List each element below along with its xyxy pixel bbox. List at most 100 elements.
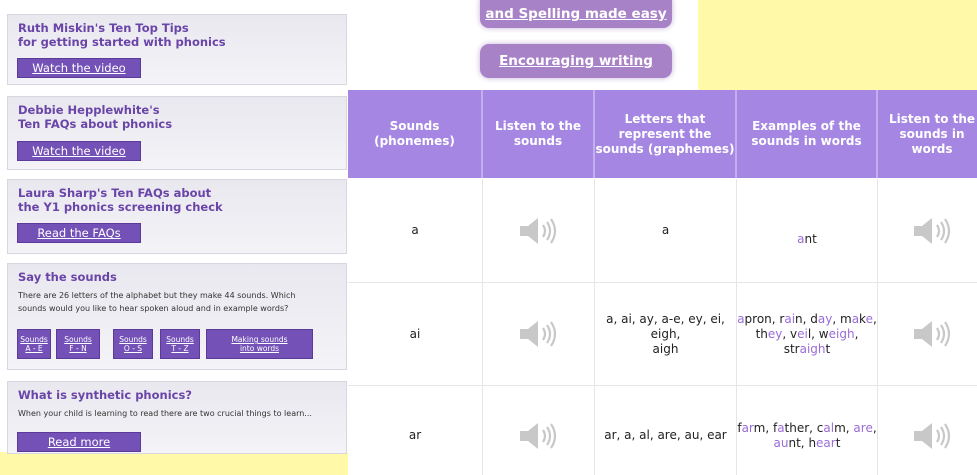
card-say-the-sounds: Say the sounds There are 26 letters of t… xyxy=(7,263,347,370)
word-fragment: , v xyxy=(782,326,798,341)
card-debbie-hepplewhite: Debbie Hepplewhite's Ten FAQs about phon… xyxy=(7,96,347,170)
examples-line: straight xyxy=(737,342,877,357)
sound-label: ai xyxy=(409,326,421,341)
card-title-line: Debbie Hepplewhite's xyxy=(18,103,160,117)
card-laura-sharp: Laura Sharp's Ten FAQs about the Y1 phon… xyxy=(7,179,347,254)
card-title: Say the sounds xyxy=(18,270,117,284)
word-fragment: , m xyxy=(832,311,852,326)
highlighted-grapheme: a xyxy=(777,420,785,435)
listen-sound-button[interactable] xyxy=(483,386,595,475)
button-line: O - S xyxy=(123,344,143,353)
header-listen-sounds: Listen to the sounds xyxy=(483,90,595,178)
header-line: (phonemes) xyxy=(374,134,455,148)
card-text-line: There are 26 letters of the alphabet but… xyxy=(18,291,296,300)
word-fragment: , xyxy=(872,311,877,326)
sound-buttons: Sounds A - E Sounds F - N Sounds O - S Soun… xyxy=(17,329,337,361)
sounds-t-z-button[interactable]: Sounds T - Z xyxy=(160,329,200,359)
sound-label: a xyxy=(411,223,419,237)
card-text: When your child is learning to read ther… xyxy=(18,409,312,418)
graphemes-line: aigh xyxy=(652,341,679,356)
examples-cell: ant xyxy=(737,179,878,283)
speaker-icon xyxy=(913,422,950,449)
highlighted-grapheme: ar xyxy=(741,420,754,435)
header-line: sounds xyxy=(513,134,563,148)
examples-line: ant xyxy=(797,232,817,247)
card-title: Debbie Hepplewhite's Ten FAQs about phon… xyxy=(18,103,336,131)
header-line: Listen to the xyxy=(494,119,582,133)
card-title-line: Ruth Miskin's Ten Top Tips xyxy=(18,21,189,35)
highlighted-grapheme: aigh xyxy=(799,341,826,356)
spelling-made-easy-button[interactable]: and Spelling made easy xyxy=(480,0,672,28)
button-line: Sounds xyxy=(166,335,194,344)
card-title-line: Ten FAQs about phonics xyxy=(18,117,173,131)
listen-words-button[interactable] xyxy=(878,283,977,386)
graphemes-cell: ar, a, al, are, au, ear xyxy=(595,386,737,475)
sound-label: ar xyxy=(408,428,422,442)
sound-cell: ai xyxy=(348,283,483,386)
read-faqs-button[interactable]: Read the FAQs xyxy=(17,223,141,243)
examples-line: aunt, heart xyxy=(737,436,876,451)
word-fragment: t xyxy=(825,341,831,356)
card-text-line: sounds would you like to hear spoken alo… xyxy=(18,304,289,313)
button-line: Sounds xyxy=(20,335,48,344)
sounds-a-e-button[interactable]: Sounds A - E xyxy=(17,329,51,359)
top-links-area: and Spelling made easy Encouraging writi… xyxy=(362,0,698,92)
card-text: There are 26 letters of the alphabet but… xyxy=(18,289,336,315)
highlighted-grapheme: are xyxy=(853,420,873,435)
highlighted-grapheme: ai xyxy=(784,311,796,326)
button-line: into words xyxy=(239,344,280,353)
graphemes-line: ar, a, al, are, au, ear xyxy=(604,428,727,442)
encouraging-writing-button[interactable]: Encouraging writing xyxy=(480,44,672,78)
highlighted-grapheme: e xyxy=(865,311,873,326)
listen-words-button[interactable] xyxy=(878,386,977,475)
watch-video-button[interactable]: Watch the video xyxy=(17,141,141,161)
card-title: What is synthetic phonics? xyxy=(18,388,192,402)
making-sounds-into-words-button[interactable]: Making sounds into words xyxy=(206,329,313,359)
header-sounds: Sounds (phonemes) xyxy=(348,90,483,178)
listen-sound-button[interactable] xyxy=(483,179,595,283)
word-fragment: pron, r xyxy=(744,311,785,326)
highlighted-grapheme: ei xyxy=(797,326,808,341)
header-line: Letters that xyxy=(624,111,706,126)
button-line: T - Z xyxy=(171,344,189,353)
speaker-icon xyxy=(913,321,950,347)
highlighted-grapheme: ey xyxy=(767,326,783,341)
word-fragment: m, f xyxy=(753,420,778,435)
speaker-icon xyxy=(519,217,556,244)
examples-line: apron, rain, day, make, xyxy=(737,312,877,327)
highlighted-grapheme: eigh xyxy=(828,326,855,341)
header-line: Examples of the xyxy=(752,119,861,133)
card-title-line: the Y1 phonics screening check xyxy=(18,200,223,214)
read-more-button[interactable]: Read more xyxy=(17,432,141,452)
header-line: sounds (graphemes) xyxy=(595,141,735,156)
card-ruth-miskin: Ruth Miskin's Ten Top Tips for getting s… xyxy=(7,14,347,85)
sound-cell: a xyxy=(348,179,483,283)
sounds-f-n-button[interactable]: Sounds F - N xyxy=(56,329,100,359)
speaker-icon xyxy=(519,422,556,449)
word-fragment: nt, h xyxy=(788,435,817,450)
sidebar: Ruth Miskin's Ten Top Tips for getting s… xyxy=(0,0,362,454)
word-fragment: n, d xyxy=(795,311,818,326)
card-synthetic-phonics: What is synthetic phonics? When your chi… xyxy=(7,381,347,454)
header-listen-words: Listen to the sounds in words xyxy=(878,90,977,178)
listen-sound-button[interactable] xyxy=(483,283,595,386)
examples-line: they, veil, weigh, xyxy=(737,327,877,342)
header-graphemes: Letters that represent the sounds (graphem… xyxy=(595,90,737,178)
highlighted-grapheme: a xyxy=(797,232,805,246)
header-line: Listen to the xyxy=(888,111,976,126)
listen-words-button[interactable] xyxy=(878,179,977,283)
word-fragment: ther, c xyxy=(784,420,824,435)
header-line: sounds in words xyxy=(751,134,862,148)
card-title: Laura Sharp's Ten FAQs about the Y1 phon… xyxy=(18,186,336,214)
sounds-o-s-button[interactable]: Sounds O - S xyxy=(113,329,153,359)
graphemes-cell: a, ai, ay, a-e, ey, ei, eigh, aigh xyxy=(595,283,737,386)
watch-video-button[interactable]: Watch the video xyxy=(17,58,141,78)
button-line: A - E xyxy=(25,344,43,353)
card-title: Ruth Miskin's Ten Top Tips for getting s… xyxy=(18,21,336,49)
highlighted-grapheme: au xyxy=(773,435,789,450)
card-title-line: for getting started with phonics xyxy=(18,35,226,49)
highlighted-grapheme: a xyxy=(851,311,860,326)
graphemes-cell: a xyxy=(595,179,737,283)
word-fragment: nt xyxy=(804,232,817,246)
phonics-table: Sounds (phonemes) Listen to the sounds Let… xyxy=(348,90,977,475)
